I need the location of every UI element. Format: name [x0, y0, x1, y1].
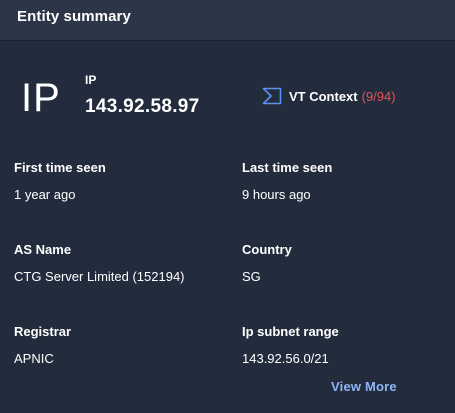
vt-context-count: (9/94)	[361, 88, 396, 104]
entity-ip-value: 143.92.58.97	[85, 96, 200, 117]
header-divider	[0, 40, 455, 41]
panel-header: Entity summary	[0, 0, 455, 40]
first-seen-value: 1 year ago	[14, 187, 76, 202]
subnet-label: Ip subnet range	[242, 324, 339, 339]
field-first-seen: First time seen 1 year ago	[14, 160, 106, 202]
country-value: SG	[242, 269, 261, 284]
registrar-value: APNIC	[14, 351, 54, 366]
field-as-name: AS Name CTG Server Limited (152194)	[14, 242, 185, 284]
entity-type-label: IP	[85, 73, 97, 87]
country-label: Country	[242, 242, 292, 257]
field-registrar: Registrar APNIC	[14, 324, 71, 366]
entity-type-glyph: IP	[21, 76, 61, 120]
subnet-value: 143.92.56.0/21	[242, 351, 329, 366]
last-seen-value: 9 hours ago	[242, 187, 311, 202]
panel-title: Entity summary	[17, 8, 131, 25]
first-seen-label: First time seen	[14, 160, 106, 175]
field-country: Country SG	[242, 242, 292, 284]
virustotal-icon	[262, 87, 282, 105]
as-name-label: AS Name	[14, 242, 72, 257]
registrar-label: Registrar	[14, 324, 72, 339]
vt-context-label: VT Context	[289, 88, 358, 104]
field-subnet: Ip subnet range 143.92.56.0/21	[242, 324, 339, 366]
last-seen-label: Last time seen	[242, 160, 333, 175]
field-last-seen: Last time seen 9 hours ago	[242, 160, 332, 202]
vt-context-link[interactable]: VT Context (9/94)	[262, 87, 396, 105]
view-more-link[interactable]: View More	[331, 379, 397, 394]
as-name-value: CTG Server Limited (152194)	[14, 269, 185, 284]
